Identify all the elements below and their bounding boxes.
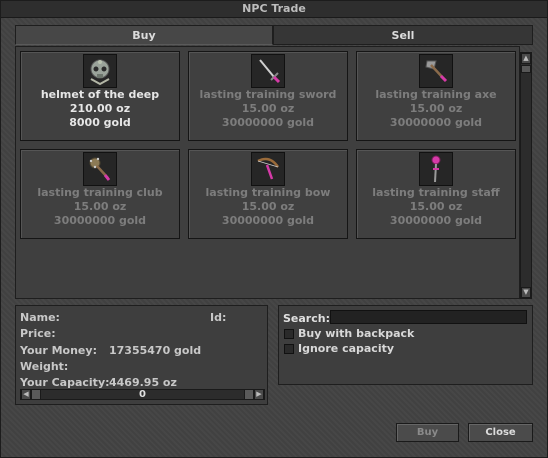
tab-buy[interactable]: Buy: [15, 25, 273, 45]
buy-with-backpack-checkbox[interactable]: [284, 329, 294, 339]
item-name: helmet of the deep: [40, 88, 160, 101]
item-name: lasting training axe: [375, 88, 497, 101]
id-label: Id:: [210, 311, 227, 324]
buy-button[interactable]: Buy: [396, 423, 459, 442]
axe-icon: [419, 54, 453, 88]
item-lasting-training-axe[interactable]: lasting training axe 15.00 oz 30000000 g…: [356, 51, 516, 141]
club-icon: [83, 152, 117, 186]
sword-icon: [251, 54, 285, 88]
slider-right-icon[interactable]: ▶: [254, 390, 264, 399]
item-price: 8000 gold: [69, 116, 131, 129]
item-lasting-training-bow[interactable]: lasting training bow 15.00 oz 30000000 g…: [188, 149, 348, 239]
search-label: Search:: [283, 312, 330, 325]
staff-icon: [419, 152, 453, 186]
close-button[interactable]: Close: [468, 423, 533, 442]
item-price: 30000000 gold: [389, 214, 483, 227]
weight-label: Weight:: [20, 360, 69, 373]
ignore-capacity-checkbox[interactable]: [284, 344, 294, 354]
item-name: lasting training bow: [205, 186, 331, 199]
money-value: 17355470 gold: [109, 344, 202, 357]
item-info-panel: Name: Id: Price: Your Money: 17355470 go…: [15, 305, 268, 405]
item-price: 30000000 gold: [221, 116, 315, 129]
item-price: 30000000 gold: [221, 214, 315, 227]
item-helmet-of-the-deep[interactable]: helmet of the deep 210.00 oz 8000 gold: [20, 51, 180, 141]
money-label: Your Money:: [20, 344, 97, 357]
item-lasting-training-sword[interactable]: lasting training sword 15.00 oz 30000000…: [188, 51, 348, 141]
price-label: Price:: [20, 327, 56, 340]
item-name: lasting training staff: [372, 186, 500, 199]
scroll-down-icon[interactable]: ▼: [521, 287, 531, 298]
helmet-icon: [83, 54, 117, 88]
amount-value: 0: [139, 389, 146, 400]
item-weight: 15.00 oz: [241, 200, 295, 213]
item-weight: 15.00 oz: [409, 200, 463, 213]
tab-sell[interactable]: Sell: [273, 25, 533, 45]
item-weight: 210.00 oz: [69, 102, 131, 115]
item-weight: 15.00 oz: [409, 102, 463, 115]
scroll-up-icon[interactable]: ▲: [521, 53, 531, 64]
search-input[interactable]: [330, 310, 527, 324]
ignore-capacity-label[interactable]: Ignore capacity: [298, 342, 394, 355]
item-weight: 15.00 oz: [73, 200, 127, 213]
item-list: helmet of the deep 210.00 oz 8000 gold l…: [15, 46, 520, 299]
item-weight: 15.00 oz: [241, 102, 295, 115]
amount-slider[interactable]: ◀ 0 ▶: [20, 389, 265, 400]
name-label: Name:: [20, 311, 60, 324]
npc-trade-window: NPC Trade Buy Sell helmet of the deep 21…: [0, 0, 548, 458]
item-price: 30000000 gold: [389, 116, 483, 129]
capacity-label: Your Capacity:: [20, 376, 110, 389]
item-lasting-training-club[interactable]: lasting training club 15.00 oz 30000000 …: [20, 149, 180, 239]
item-price: 30000000 gold: [53, 214, 147, 227]
capacity-value: 4469.95 oz: [109, 376, 177, 389]
scroll-thumb[interactable]: [521, 65, 531, 73]
item-name: lasting training club: [37, 186, 163, 199]
buy-with-backpack-label[interactable]: Buy with backpack: [298, 327, 414, 340]
slider-end-thumb: [244, 390, 254, 399]
item-lasting-training-staff[interactable]: lasting training staff 15.00 oz 30000000…: [356, 149, 516, 239]
bow-icon: [251, 152, 285, 186]
item-name: lasting training sword: [199, 88, 337, 101]
window-title: NPC Trade: [1, 1, 547, 18]
search-panel: Search: Buy with backpack Ignore capacit…: [278, 305, 533, 385]
item-list-scrollbar[interactable]: ▲ ▼: [520, 52, 532, 299]
